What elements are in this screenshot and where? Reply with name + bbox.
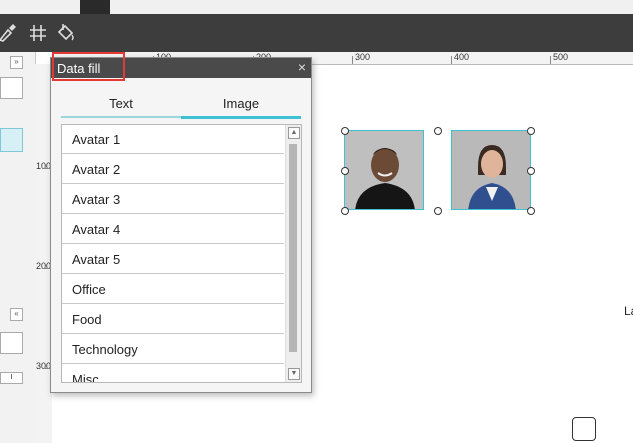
resize-handle[interactable] [341, 127, 349, 135]
resize-handle[interactable] [527, 207, 535, 215]
canvas-text-label[interactable]: La [624, 304, 633, 318]
left-panel: » « I [0, 52, 36, 443]
ruler-left-label-300: 300 [36, 361, 52, 371]
list-item[interactable]: Avatar 5 [62, 245, 284, 274]
ruler-label-300: 300 [355, 52, 371, 62]
photo-placeholder-man[interactable] [344, 130, 424, 210]
resize-handle[interactable] [527, 127, 535, 135]
toolbar [0, 14, 633, 52]
list-item[interactable]: Avatar 4 [62, 215, 284, 244]
list-item[interactable]: Avatar 1 [62, 125, 284, 154]
top-strip-block [80, 0, 110, 14]
ruler-tick [451, 56, 452, 64]
close-icon[interactable]: × [298, 59, 306, 75]
panel-text-field[interactable]: I [0, 372, 23, 384]
scroll-thumb[interactable] [289, 144, 297, 352]
ruler-left-label-200: 200 [36, 261, 52, 271]
panel-input-middle[interactable] [0, 332, 23, 354]
panel-selected-item[interactable] [0, 128, 23, 152]
resize-handle[interactable] [527, 167, 535, 175]
ruler-tick [352, 56, 353, 64]
resize-handle[interactable] [341, 207, 349, 215]
list-item[interactable]: Misc [62, 365, 284, 382]
resize-handle[interactable] [434, 127, 442, 135]
list-item[interactable]: Avatar 3 [62, 185, 284, 214]
ruler-label-500: 500 [553, 52, 569, 62]
data-fill-dialog: Data fill × Text Image Avatar 1 Avatar 2… [50, 57, 312, 393]
collapse-panel-button[interactable]: » [10, 56, 23, 69]
brush-icon[interactable] [0, 22, 18, 44]
dialog-tabs: Text Image [61, 94, 301, 119]
list-scrollbar[interactable]: ▲ ▼ [285, 125, 301, 382]
list-item[interactable]: Technology [62, 335, 284, 364]
title-highlight-box [52, 52, 125, 81]
resize-handle[interactable] [434, 207, 442, 215]
image-category-list: Avatar 1 Avatar 2 Avatar 3 Avatar 4 Avat… [61, 124, 302, 383]
canvas-small-shape[interactable] [572, 417, 596, 441]
ruler-label-400: 400 [454, 52, 470, 62]
scroll-down-button[interactable]: ▼ [288, 368, 300, 380]
list-item[interactable]: Office [62, 275, 284, 304]
photo-placeholder-woman[interactable] [451, 130, 531, 210]
list-item[interactable]: Food [62, 305, 284, 334]
tab-text[interactable]: Text [61, 94, 181, 118]
ruler-left-label-100: 100 [36, 161, 52, 171]
scroll-up-button[interactable]: ▲ [288, 127, 300, 139]
list-item[interactable]: Avatar 2 [62, 155, 284, 184]
ruler-tick [550, 56, 551, 64]
expand-panel-button[interactable]: « [10, 308, 23, 321]
grid-icon[interactable] [27, 22, 49, 44]
panel-input-top[interactable] [0, 77, 23, 99]
tab-image[interactable]: Image [181, 94, 301, 119]
paint-bucket-icon[interactable] [54, 22, 76, 44]
resize-handle[interactable] [341, 167, 349, 175]
window-top-strip [0, 0, 633, 14]
